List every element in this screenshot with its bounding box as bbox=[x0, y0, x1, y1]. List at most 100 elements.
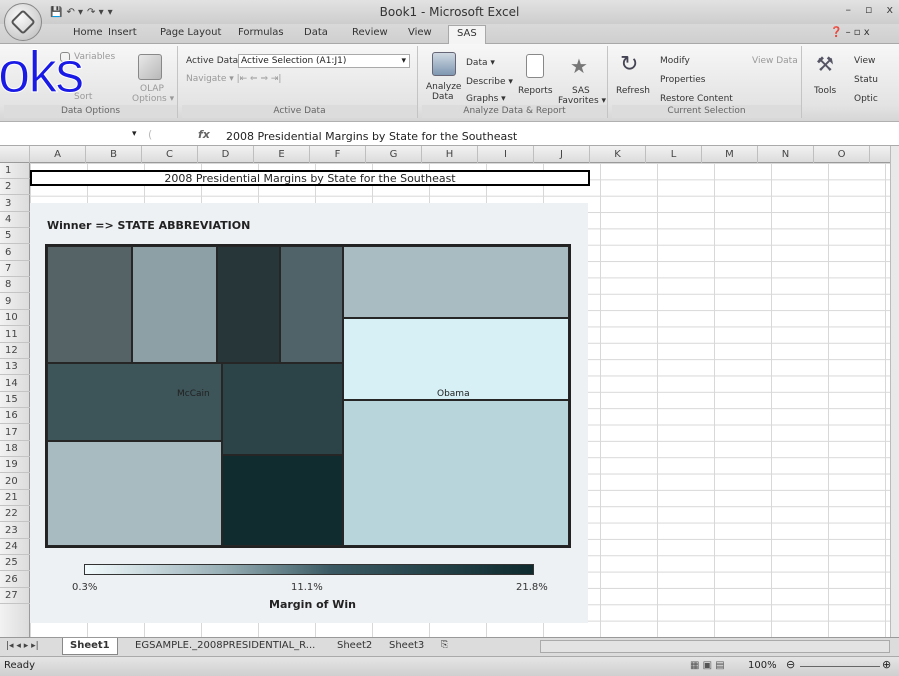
tab-page-layout[interactable]: Page Layout bbox=[160, 27, 221, 38]
insert-function-icon[interactable]: fx bbox=[198, 128, 210, 141]
view-button[interactable]: View bbox=[854, 56, 875, 66]
close-button[interactable]: x bbox=[886, 3, 893, 16]
zoom-slider[interactable] bbox=[800, 666, 880, 667]
row-header[interactable]: 5 bbox=[0, 228, 30, 245]
sheet-tab-egsample[interactable]: EGSAMPLE._2008PRESIDENTIAL_R... bbox=[128, 638, 322, 655]
row-header[interactable]: 19 bbox=[0, 457, 30, 474]
row-header[interactable]: 22 bbox=[0, 506, 30, 523]
sheet-tab-sheet3[interactable]: Sheet3 bbox=[382, 638, 431, 655]
refresh-icon: ↻ bbox=[620, 52, 639, 77]
zoom-out-icon[interactable]: ⊖ bbox=[786, 658, 795, 671]
row-header[interactable]: 8 bbox=[0, 277, 30, 294]
analyze-data-button[interactable]: Analyze bbox=[426, 82, 461, 92]
tools-button[interactable]: Tools bbox=[814, 86, 836, 96]
column-header[interactable]: C bbox=[142, 146, 198, 163]
row-header[interactable]: 13 bbox=[0, 359, 30, 376]
column-header[interactable]: K bbox=[590, 146, 646, 163]
column-header[interactable]: F bbox=[310, 146, 366, 163]
refresh-button[interactable]: Refresh bbox=[616, 86, 650, 96]
row-header[interactable]: 12 bbox=[0, 343, 30, 359]
tab-data[interactable]: Data bbox=[304, 27, 328, 38]
office-button[interactable] bbox=[4, 3, 42, 41]
column-header[interactable]: O bbox=[814, 146, 870, 163]
row-header[interactable]: 18 bbox=[0, 441, 30, 457]
customize-qat-icon[interactable]: ▾ bbox=[108, 7, 113, 18]
describe-menu[interactable]: Describe ▾ bbox=[466, 77, 513, 87]
properties-button[interactable]: Properties bbox=[660, 75, 705, 85]
tab-view[interactable]: View bbox=[408, 27, 432, 38]
active-data-dropdown[interactable]: Active Selection (A1:J1) ▾ bbox=[238, 54, 410, 68]
view-buttons[interactable]: ▦ ▣ ▤ bbox=[690, 660, 725, 671]
tab-sas[interactable]: SAS bbox=[448, 25, 486, 45]
sas-label[interactable]: SAS bbox=[572, 86, 590, 96]
column-header[interactable]: J bbox=[534, 146, 590, 163]
horizontal-scrollbar[interactable] bbox=[540, 640, 890, 653]
tab-insert[interactable]: Insert bbox=[108, 27, 137, 38]
formula-input[interactable]: 2008 Presidential Margins by State for t… bbox=[226, 130, 517, 143]
zoom-in-icon[interactable]: ⊕ bbox=[882, 658, 891, 671]
column-header[interactable]: G bbox=[366, 146, 422, 163]
olap-label[interactable]: OLAP bbox=[140, 84, 164, 94]
sheet-tab-sheet2[interactable]: Sheet2 bbox=[330, 638, 379, 655]
row-header[interactable]: 3 bbox=[0, 196, 30, 212]
data-menu[interactable]: Data ▾ bbox=[466, 58, 495, 68]
sheet-nav-arrows[interactable]: |◂ ◂ ▸ ▸| bbox=[6, 641, 39, 651]
column-header[interactable]: H bbox=[422, 146, 478, 163]
row-header[interactable]: 6 bbox=[0, 245, 30, 261]
insert-sheet-icon[interactable]: ⎘ bbox=[434, 638, 455, 655]
row-header[interactable]: 17 bbox=[0, 425, 30, 441]
row-header[interactable]: 10 bbox=[0, 310, 30, 327]
row-header[interactable]: 25 bbox=[0, 555, 30, 572]
row-header[interactable]: 9 bbox=[0, 294, 30, 310]
row-header[interactable]: 1 bbox=[0, 163, 30, 179]
tab-review[interactable]: Review bbox=[352, 27, 388, 38]
column-header[interactable]: I bbox=[478, 146, 534, 163]
column-header[interactable]: E bbox=[254, 146, 310, 163]
row-header[interactable]: 21 bbox=[0, 490, 30, 506]
navigate-controls[interactable]: Navigate ▾ |⇤ ⇐ ⇒ ⇥| bbox=[186, 74, 281, 84]
restore-content-button[interactable]: Restore Content bbox=[660, 94, 733, 104]
help-icon[interactable]: ❓ – ▫ x bbox=[830, 27, 870, 38]
view-data-button[interactable]: View Data bbox=[752, 56, 798, 66]
options-button[interactable]: Optic bbox=[854, 94, 878, 104]
undo-icon[interactable]: ↶ ▾ bbox=[66, 7, 83, 18]
row-header[interactable]: 7 bbox=[0, 261, 30, 278]
column-header[interactable]: M bbox=[702, 146, 758, 163]
row-header[interactable]: 20 bbox=[0, 474, 30, 490]
watermark-text-overlay: oks bbox=[0, 40, 85, 105]
column-header[interactable]: B bbox=[86, 146, 142, 163]
modify-button[interactable]: Modify bbox=[660, 56, 690, 66]
select-all-corner[interactable] bbox=[0, 146, 30, 163]
row-header[interactable]: 14 bbox=[0, 376, 30, 392]
olap-options-button[interactable]: Options ▾ bbox=[132, 94, 174, 104]
row-header[interactable]: 11 bbox=[0, 327, 30, 343]
row-header[interactable]: 15 bbox=[0, 392, 30, 408]
column-header[interactable]: L bbox=[646, 146, 702, 163]
row-headers: 1 2 3 4 5 6 7 8 9 10 11 12 13 14 15 16 17 18 19 20 21 22 23 24 2… bbox=[0, 163, 30, 637]
minimize-button[interactable]: – bbox=[846, 3, 852, 16]
cell-a1-selected[interactable]: 2008 Presidential Margins by State for t… bbox=[30, 170, 590, 186]
row-header[interactable]: 16 bbox=[0, 408, 30, 425]
row-header[interactable]: 2 bbox=[0, 179, 30, 196]
maximize-button[interactable]: ▫ bbox=[865, 3, 872, 16]
row-header[interactable]: 24 bbox=[0, 539, 30, 556]
reports-button[interactable]: Reports bbox=[518, 86, 553, 96]
row-header[interactable]: 4 bbox=[0, 212, 30, 229]
tab-formulas[interactable]: Formulas bbox=[238, 27, 284, 38]
status-button[interactable]: Statu bbox=[854, 75, 878, 85]
sheet-tab-sheet1[interactable]: Sheet1 bbox=[62, 638, 118, 655]
row-header[interactable]: 27 bbox=[0, 588, 30, 605]
analyze-data-button-2[interactable]: Data bbox=[432, 92, 454, 102]
row-header[interactable]: 26 bbox=[0, 572, 30, 588]
redo-icon[interactable]: ↷ ▾ bbox=[87, 7, 104, 18]
zoom-level[interactable]: 100% bbox=[748, 660, 777, 671]
tab-home[interactable]: Home bbox=[73, 27, 103, 38]
graphs-menu[interactable]: Graphs ▾ bbox=[466, 94, 506, 104]
column-header[interactable]: D bbox=[198, 146, 254, 163]
name-box[interactable]: ▾ bbox=[0, 128, 140, 144]
row-header[interactable]: 23 bbox=[0, 523, 30, 539]
column-header[interactable]: N bbox=[758, 146, 814, 163]
vertical-scrollbar[interactable] bbox=[890, 146, 899, 637]
save-icon[interactable]: 💾 bbox=[50, 7, 62, 18]
column-header[interactable]: A bbox=[30, 146, 86, 163]
